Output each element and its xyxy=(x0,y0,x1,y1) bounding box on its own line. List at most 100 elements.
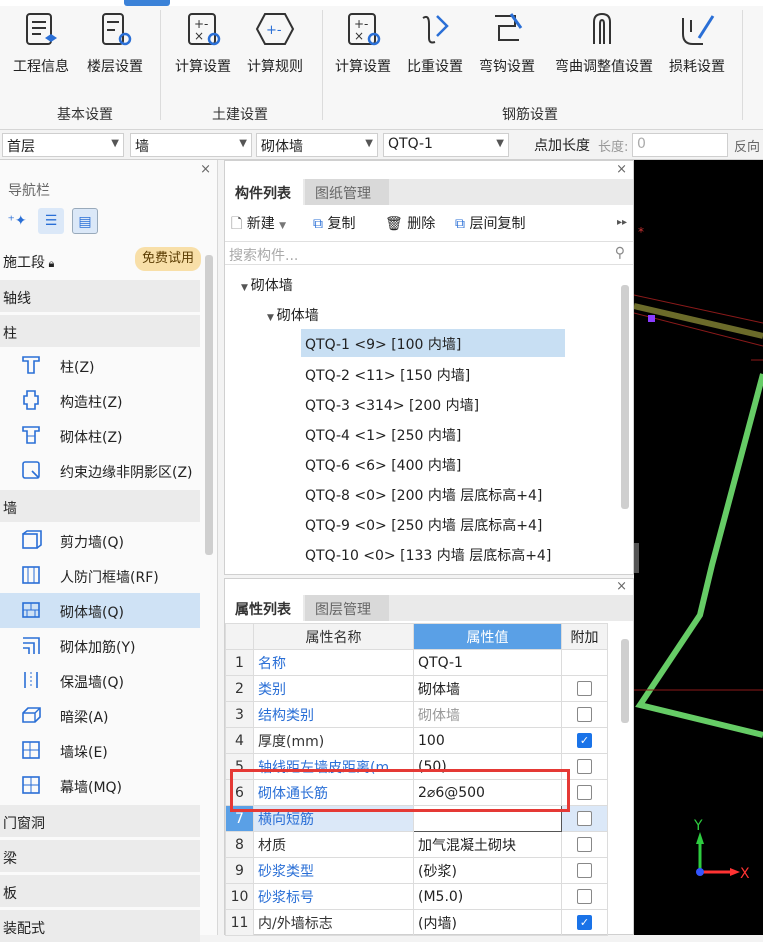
density-settings-button[interactable]: 比重设置 xyxy=(402,10,468,80)
component-scrollbar[interactable] xyxy=(621,285,629,509)
prop-value[interactable]: (内墙) xyxy=(413,909,562,936)
tree-item[interactable]: QTQ-9 <0> [250 内墙 层底标高+4] xyxy=(305,515,542,535)
civil-calc-settings-button[interactable]: +- × 计算设置 xyxy=(170,10,236,80)
nav-item-civil-door-wall[interactable]: 人防门框墙(RF) xyxy=(0,558,200,593)
floor-dropdown[interactable]: 首层 ▼ xyxy=(2,133,124,157)
checkbox[interactable] xyxy=(577,863,592,878)
prop-value[interactable]: 加气混凝土砌块 xyxy=(413,831,562,858)
prop-value[interactable]: 砌体墙 xyxy=(413,675,562,702)
construction-section[interactable]: 施工段 🔒︎ 免费试用 xyxy=(0,244,201,276)
tree-item[interactable]: QTQ-6 <6> [400 内墙] xyxy=(305,455,461,475)
property-row[interactable]: 4 厚度(mm) 100 ✓ xyxy=(225,727,608,754)
close-icon[interactable]: × xyxy=(616,579,627,594)
checked-checkbox[interactable]: ✓ xyxy=(577,915,592,930)
section-slab[interactable]: 板 xyxy=(0,875,200,907)
prop-value[interactable]: 砌体墙 xyxy=(413,701,562,728)
tree-item[interactable]: QTQ-3 <314> [200 内墙] xyxy=(305,395,479,415)
splitter-handle[interactable] xyxy=(634,543,639,573)
detail-view-icon[interactable]: ▤ xyxy=(72,208,98,234)
nav-item-masonry-wall[interactable]: 砌体墙(Q) xyxy=(0,593,200,628)
tree-child[interactable]: ▼ 砌体墙 xyxy=(267,305,319,325)
tab-component-list[interactable]: 构件列表 xyxy=(225,179,303,205)
checkbox[interactable] xyxy=(577,889,592,904)
tree-item[interactable]: QTQ-2 <11> [150 内墙] xyxy=(305,365,470,385)
property-row[interactable]: 2 类别 砌体墙 xyxy=(225,675,608,702)
checked-checkbox[interactable]: ✓ xyxy=(577,733,592,748)
section-wall[interactable]: 墙 xyxy=(0,490,200,522)
floor-copy-button[interactable]: ⧉ 层间复制 xyxy=(455,213,525,233)
checkbox[interactable] xyxy=(577,785,592,800)
nav-item-constraint-edge[interactable]: 约束边缘非阴影区(Z) xyxy=(0,453,200,488)
add-icon[interactable]: ⁺✦ xyxy=(4,208,30,234)
tab-layer-manage[interactable]: 图层管理 xyxy=(305,595,389,621)
reverse-label[interactable]: 反向 xyxy=(734,136,760,155)
type-dropdown[interactable]: 砌体墙 ▼ xyxy=(256,133,378,157)
tree-child-label: 砌体墙 xyxy=(276,308,319,324)
trial-badge[interactable]: 免费试用 xyxy=(135,247,201,271)
tree-item[interactable]: QTQ-8 <0> [200 内墙 层底标高+4] xyxy=(305,485,542,505)
category-dropdown[interactable]: 墙 ▼ xyxy=(130,133,252,157)
length-input[interactable]: 0 xyxy=(632,133,728,157)
close-icon[interactable]: × xyxy=(616,162,627,177)
nav-item-hidden-beam[interactable]: 暗梁(A) xyxy=(0,698,200,733)
tab-property-list[interactable]: 属性列表 xyxy=(225,595,303,621)
nav-item-column[interactable]: 柱(Z) xyxy=(0,348,200,383)
prop-value[interactable]: (砂浆) xyxy=(413,857,562,884)
tab-drawing-manage[interactable]: 图纸管理 xyxy=(305,179,389,205)
section-door-window[interactable]: 门窗洞 xyxy=(0,805,200,837)
section-column[interactable]: 柱 xyxy=(0,315,200,347)
nav-item-masonry-rebar[interactable]: 砌体加筋(Y) xyxy=(0,628,200,663)
project-info-button[interactable]: 工程信息 xyxy=(8,10,74,80)
nav-scrollbar[interactable] xyxy=(205,255,213,555)
section-prefab[interactable]: 装配式 xyxy=(0,910,200,942)
property-row[interactable]: 1 名称 QTQ-1 xyxy=(225,649,608,676)
tree-item[interactable]: QTQ-10 <0> [133 内墙 层底标高+4] xyxy=(305,545,551,565)
section-beam[interactable]: 梁 xyxy=(0,840,200,872)
property-row[interactable]: 10 砂浆标号 (M5.0) xyxy=(225,883,608,910)
construct-column-icon xyxy=(23,390,39,410)
floor-settings-button[interactable]: 楼层设置 xyxy=(82,10,148,80)
property-row[interactable]: 9 砂浆类型 (砂浆) xyxy=(225,857,608,884)
nav-item-shear-wall[interactable]: 剪力墙(Q) xyxy=(0,523,200,558)
header-prop-name: 属性名称 xyxy=(253,623,414,650)
checkbox[interactable] xyxy=(577,811,592,826)
hook-settings-button[interactable]: 弯钩设置 xyxy=(474,10,540,80)
nav-item-insulation-wall[interactable]: 保温墙(Q) xyxy=(0,663,200,698)
tree-item[interactable]: QTQ-4 <1> [250 内墙] xyxy=(305,425,461,445)
checkbox[interactable] xyxy=(577,681,592,696)
grip-point[interactable] xyxy=(648,315,655,322)
loss-settings-button[interactable]: 损耗设置 xyxy=(664,10,730,80)
cad-canvas[interactable]: * Y X xyxy=(634,160,763,935)
component-dropdown[interactable]: QTQ-1 ▼ xyxy=(383,133,509,157)
new-button[interactable]: 🗋 新建 ▼ xyxy=(231,213,286,237)
tree-root[interactable]: ▼ 砌体墙 xyxy=(241,275,293,295)
prop-value[interactable]: (M5.0) xyxy=(413,883,562,910)
active-ribbon-tab[interactable] xyxy=(124,0,170,6)
component-search-input[interactable]: 搜索构件... ⚲ xyxy=(225,241,633,265)
rebar-calc-settings-button[interactable]: +- × 计算设置 xyxy=(330,10,396,80)
section-axis[interactable]: 轴线 xyxy=(0,280,200,312)
property-scrollbar[interactable] xyxy=(621,639,629,723)
more-icon[interactable]: ▸▸ xyxy=(617,217,627,228)
nav-item-wall-pier[interactable]: 墙垛(E) xyxy=(0,733,200,768)
checkbox[interactable] xyxy=(577,837,592,852)
close-icon[interactable]: × xyxy=(200,162,211,177)
checkbox[interactable] xyxy=(577,759,592,774)
delete-button[interactable]: 🗑︎ 删除 xyxy=(385,213,435,233)
copy-button[interactable]: ⧉ 复制 xyxy=(313,213,355,233)
checkbox[interactable] xyxy=(577,707,592,722)
nav-item-curtain-wall[interactable]: 幕墙(MQ) xyxy=(0,768,200,803)
wall-outline[interactable] xyxy=(635,373,763,738)
bend-adjust-button[interactable]: 弯曲调整值设置 xyxy=(552,10,656,80)
nav-item-construct-column[interactable]: 构造柱(Z) xyxy=(0,383,200,418)
tree-item-selected[interactable]: QTQ-1 <9> [100 内墙] xyxy=(301,329,565,357)
property-row[interactable]: 3 结构类别 砌体墙 xyxy=(225,701,608,728)
list-view-icon[interactable]: ☰ xyxy=(38,208,64,234)
property-row[interactable]: 11 内/外墙标志 (内墙) ✓ xyxy=(225,909,608,936)
property-row[interactable]: 8 材质 加气混凝土砌块 xyxy=(225,831,608,858)
calc-rules-button[interactable]: +- 计算规则 xyxy=(242,10,308,80)
prop-value[interactable]: QTQ-1 xyxy=(413,649,562,676)
search-icon[interactable]: ⚲ xyxy=(615,245,625,261)
prop-value[interactable]: 100 xyxy=(413,727,562,754)
nav-item-masonry-column[interactable]: 砌体柱(Z) xyxy=(0,418,200,453)
